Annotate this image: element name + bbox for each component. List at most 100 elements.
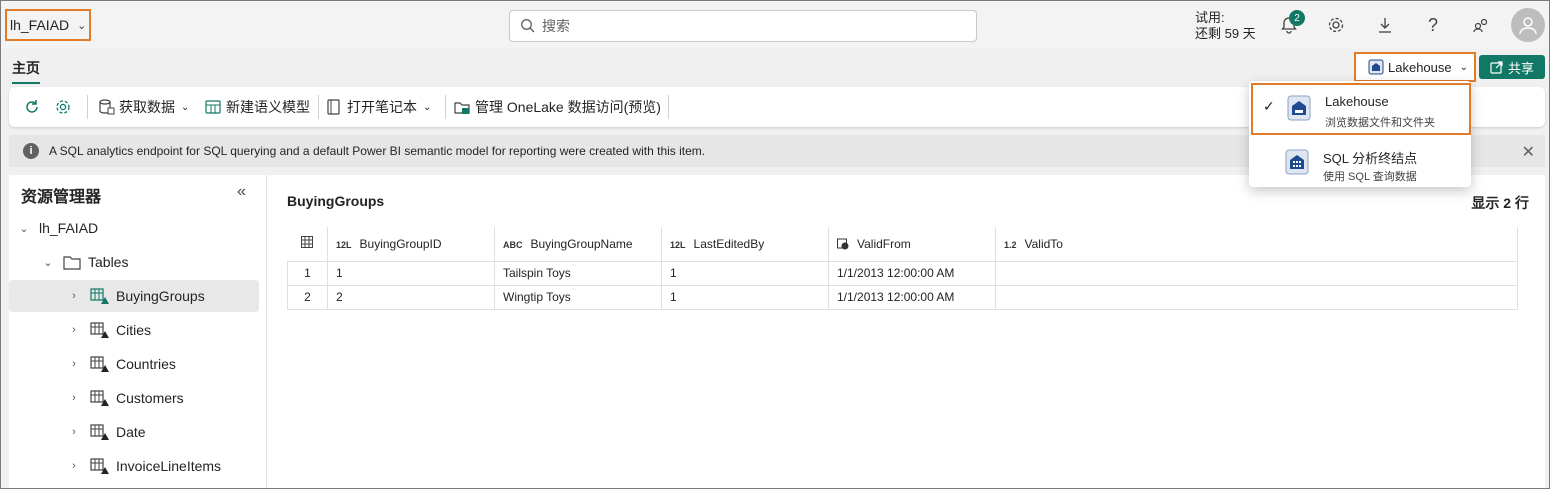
table-icon	[90, 458, 109, 474]
view-switcher-label: Lakehouse	[1388, 59, 1452, 75]
open-notebook-button[interactable]: 打开笔记本 ⌄	[325, 87, 431, 127]
chevron-down-icon: ⌄	[77, 19, 87, 32]
row-number: 1	[287, 260, 328, 286]
view-switcher[interactable]: Lakehouse ⌄	[1354, 52, 1476, 82]
menu-item-name: Lakehouse	[1325, 94, 1389, 109]
column-header[interactable]: 12L LastEditedBy	[661, 227, 829, 262]
column-type-icon: 12L	[670, 239, 686, 250]
download-button[interactable]	[1373, 13, 1397, 37]
share-label: 共享	[1507, 60, 1534, 76]
workspace-selector[interactable]: lh_FAIAD ⌄	[5, 9, 91, 41]
close-icon[interactable]: ✕	[1522, 142, 1535, 162]
database-icon	[99, 99, 115, 115]
tree-table-item[interactable]: › Countries	[9, 348, 259, 380]
column-header[interactable]: 12L BuyingGroupID	[327, 227, 495, 262]
row-count-label: 显示 2 行	[1471, 195, 1529, 211]
lakehouse-icon	[1368, 59, 1384, 75]
table-title: BuyingGroups	[287, 193, 385, 209]
trial-status[interactable]: 试用: 还剩 59 天	[1195, 10, 1256, 42]
search-icon	[521, 19, 535, 33]
chevron-right-icon: ›	[72, 290, 76, 302]
table-cell: 2	[327, 284, 495, 310]
top-bar: lh_FAIAD ⌄ 搜索 试用: 还剩 59 天 2 ?	[1, 1, 1549, 49]
tree-table-label: Date	[116, 424, 146, 440]
tree-folder-label: Tables	[88, 254, 129, 270]
tree-table-label: Customers	[116, 390, 184, 406]
divider	[668, 95, 669, 119]
menu-item-lakehouse[interactable]: ✓ Lakehouse 浏览数据文件和文件夹	[1251, 83, 1471, 135]
chevron-right-icon: ›	[72, 392, 76, 404]
column-header[interactable]: ABC BuyingGroupName	[494, 227, 662, 262]
sql-endpoint-icon	[1285, 149, 1309, 175]
grid-select-all[interactable]	[287, 227, 328, 262]
tree-folder-tables[interactable]: ⌄ Tables	[9, 246, 259, 278]
column-header[interactable]: 1.2 ValidTo	[995, 227, 1518, 262]
view-switcher-menu: ✓ Lakehouse 浏览数据文件和文件夹 SQL 分析终结点 使用 SQL …	[1249, 81, 1471, 187]
chevron-down-icon: ⌄	[423, 101, 432, 113]
refresh-button[interactable]	[23, 87, 45, 127]
settings-button[interactable]	[1324, 13, 1348, 37]
manage-onelake-access-button[interactable]: 管理 OneLake 数据访问(预览)	[453, 87, 661, 127]
table-cell: 1	[327, 260, 495, 286]
collapse-panel-icon[interactable]: «	[237, 183, 246, 201]
open-notebook-label: 打开笔记本	[347, 99, 417, 115]
table-row[interactable]: 2 2 Wingtip Toys 1 1/1/2013 12:00:00 AM	[287, 284, 1518, 310]
tree-table-label: BuyingGroups	[116, 288, 205, 304]
notification-badge: 2	[1289, 10, 1305, 26]
download-icon	[1379, 18, 1391, 33]
person-icon	[1519, 17, 1537, 35]
column-header-label: BuyingGroupID	[359, 236, 442, 251]
help-button[interactable]: ?	[1421, 13, 1445, 37]
chevron-down-icon: ⌄	[181, 101, 190, 113]
people-icon	[1473, 18, 1488, 33]
table-row[interactable]: 1 1 Tailspin Toys 1 1/1/2013 12:00:00 AM	[287, 260, 1518, 286]
tree-table-item[interactable]: › Date	[9, 416, 259, 448]
item-settings-button[interactable]	[54, 87, 76, 127]
manage-onelake-label: 管理 OneLake 数据访问(预览)	[475, 99, 661, 115]
table-grid-icon	[301, 236, 314, 249]
tree-root-label: lh_FAIAD	[39, 220, 99, 236]
table-cell: 1	[661, 284, 829, 310]
table-icon	[90, 356, 109, 372]
tree-table-item[interactable]: › InvoiceLineItems	[9, 450, 259, 482]
help-icon: ?	[1427, 14, 1438, 35]
table-cell	[995, 260, 1518, 286]
search-box[interactable]: 搜索	[509, 10, 977, 42]
column-type-icon: 12L	[336, 239, 352, 250]
feedback-button[interactable]	[1469, 13, 1493, 37]
avatar[interactable]	[1511, 8, 1545, 42]
tree-root[interactable]: ⌄ lh_FAIAD	[9, 212, 259, 244]
table-grid-icon	[205, 100, 221, 114]
chevron-right-icon: ›	[72, 426, 76, 438]
trial-days: 还剩 59 天	[1195, 26, 1256, 41]
tree-table-item[interactable]: › BuyingGroups	[9, 280, 259, 312]
lock-folder-icon	[454, 102, 470, 114]
tree-table-item[interactable]: › Customers	[9, 382, 259, 414]
column-header-label: LastEditedBy	[693, 236, 765, 251]
row-number: 2	[287, 284, 328, 310]
checkmark-icon: ✓	[1263, 98, 1275, 114]
table-cell: 1	[661, 260, 829, 286]
divider	[445, 95, 446, 119]
table-cell: 1/1/2013 12:00:00 AM	[828, 284, 996, 310]
share-icon	[1490, 61, 1503, 74]
menu-item-sql-endpoint[interactable]: SQL 分析终结点 使用 SQL 查询数据	[1249, 137, 1471, 187]
table-icon	[90, 322, 109, 338]
menu-item-description: 使用 SQL 查询数据	[1323, 171, 1417, 183]
tab-home[interactable]: 主页	[12, 58, 40, 84]
new-semantic-model-button[interactable]: 新建语义模型	[204, 87, 310, 127]
new-semantic-model-label: 新建语义模型	[226, 99, 310, 115]
chevron-down-icon: ⌄	[43, 256, 53, 269]
tree-table-item[interactable]: › Cities	[9, 314, 259, 346]
menu-item-description: 浏览数据文件和文件夹	[1325, 117, 1435, 129]
table-icon	[90, 288, 109, 304]
notebook-icon	[327, 99, 340, 115]
refresh-icon	[26, 100, 38, 113]
share-button[interactable]: 共享	[1479, 55, 1545, 79]
table-preview-panel: BuyingGroups 显示 2 行 12L BuyingGroupID ABC B…	[267, 175, 1545, 488]
datetime-type-icon	[837, 238, 849, 250]
table-cell: 1/1/2013 12:00:00 AM	[828, 260, 996, 286]
column-header[interactable]: ValidFrom	[828, 227, 996, 262]
get-data-button[interactable]: 获取数据 ⌄	[97, 87, 189, 127]
chevron-down-icon: ⌄	[19, 222, 29, 235]
